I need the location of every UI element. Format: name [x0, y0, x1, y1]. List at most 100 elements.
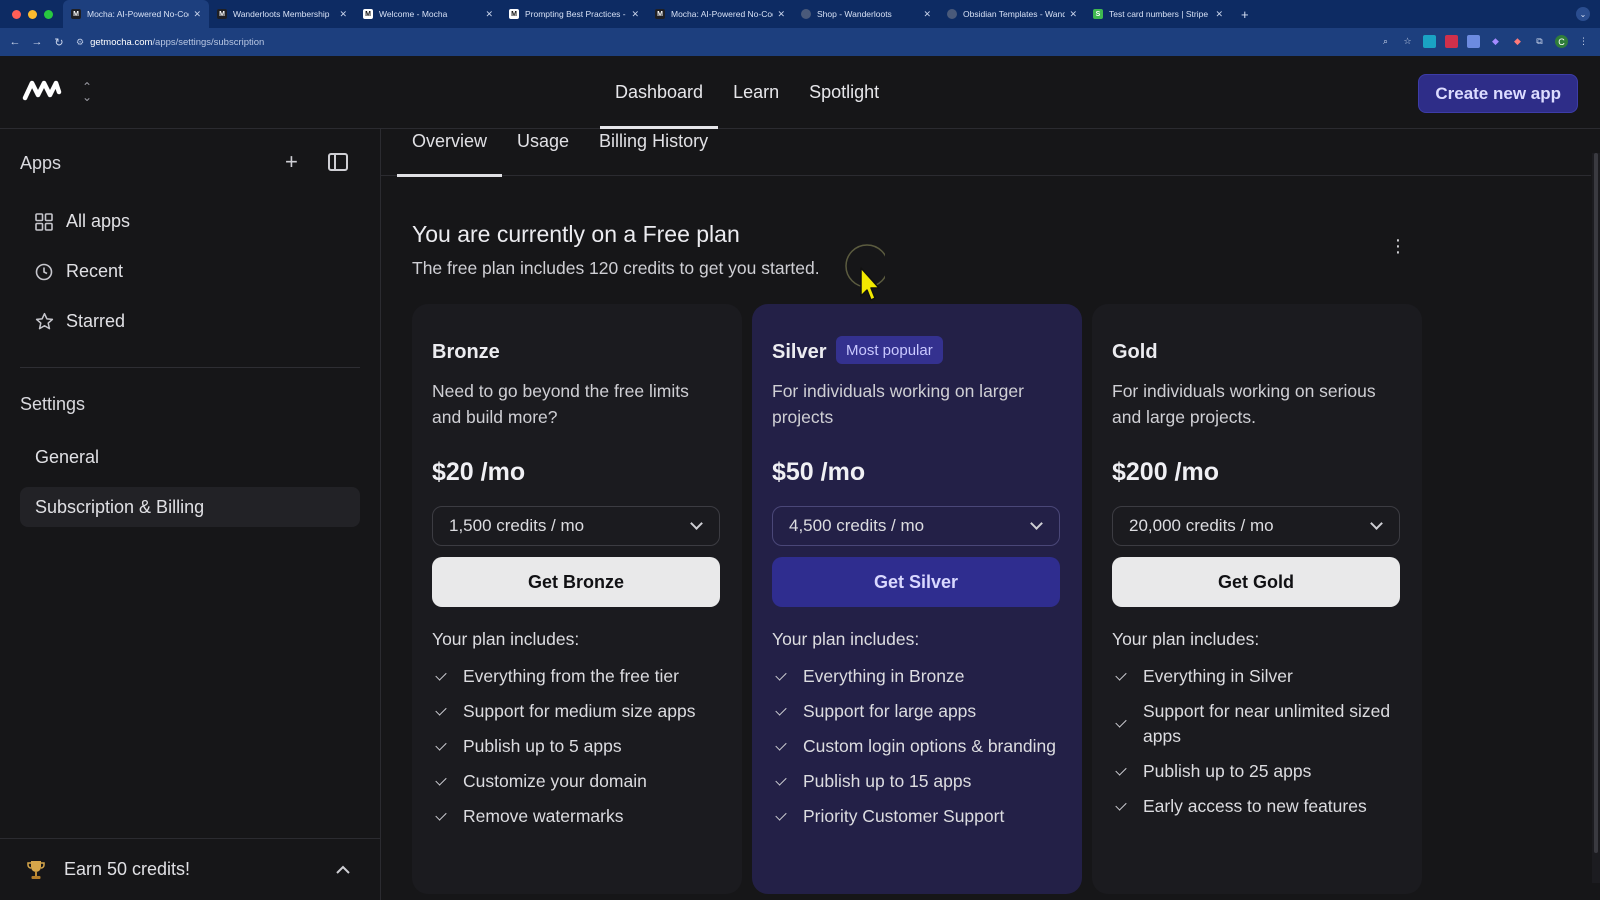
scrollbar[interactable]	[1592, 153, 1600, 883]
extension-icon[interactable]: ◆	[1511, 35, 1524, 48]
browser-address-bar: ← → ↻ ⚙ getmocha.com/apps/settings/subsc…	[0, 28, 1600, 56]
feature-text: Remove watermarks	[463, 806, 624, 826]
chevron-up-icon[interactable]	[336, 861, 350, 877]
back-arrow-icon[interactable]: ←	[4, 36, 26, 48]
extension-icon[interactable]	[1445, 35, 1458, 48]
credits-select[interactable]: 20,000 credits / mo	[1112, 506, 1400, 546]
menu-kebab-icon[interactable]: ⋮	[1577, 35, 1590, 48]
check-icon	[775, 738, 787, 751]
browser-tab[interactable]: Shop - Wanderloots ✕	[793, 0, 939, 28]
sidebar-item-all-apps[interactable]: All apps	[34, 211, 130, 232]
feature-text: Publish up to 15 apps	[803, 771, 972, 791]
sidebar-item-recent[interactable]: Recent	[34, 261, 123, 282]
feature-text: Publish up to 25 apps	[1143, 761, 1312, 781]
m-icon: M	[509, 9, 519, 19]
minimize-window-button[interactable]	[28, 9, 37, 19]
tab-usage[interactable]: Usage	[502, 129, 584, 176]
get-bronze-button[interactable]: Get Bronze	[432, 557, 720, 607]
extension-icon[interactable]	[1423, 35, 1436, 48]
reload-icon[interactable]: ↻	[48, 36, 70, 49]
new-tab-button[interactable]: +	[1231, 7, 1259, 22]
site-info-icon[interactable]: ⚙	[76, 37, 84, 48]
close-tab-icon[interactable]: ✕	[1069, 9, 1077, 20]
browser-tab[interactable]: M Wanderloots Membership ✕	[209, 0, 355, 28]
create-new-app-button[interactable]: Create new app	[1418, 74, 1578, 113]
feature-text: Priority Customer Support	[803, 806, 1005, 826]
feature-item: Publish up to 15 apps	[772, 769, 1072, 794]
toggle-sidebar-icon[interactable]	[328, 153, 348, 171]
settings-heading: Settings	[20, 394, 86, 414]
profile-avatar[interactable]: C	[1555, 35, 1568, 48]
close-tab-icon[interactable]: ✕	[193, 9, 201, 20]
close-tab-icon[interactable]: ✕	[1215, 9, 1223, 20]
mocha-icon: M	[655, 9, 665, 19]
feature-item: Customize your domain	[432, 769, 732, 794]
puzzle-icon[interactable]: ⧉	[1533, 35, 1546, 48]
credits-select[interactable]: 4,500 credits / mo	[772, 506, 1060, 546]
sidebar-item-general[interactable]: General	[20, 437, 360, 477]
app-header: ⌃ ⌄ Dashboard Learn Spotlight Create new …	[0, 56, 1600, 129]
plan-description: For individuals working on serious and l…	[1112, 381, 1376, 427]
close-tab-icon[interactable]: ✕	[777, 9, 785, 20]
feature-text: Support for large apps	[803, 701, 977, 721]
stripe-icon: S	[1093, 9, 1103, 19]
check-icon	[1115, 798, 1127, 811]
feature-text: Everything in Silver	[1143, 666, 1293, 686]
feature-item: Everything in Bronze	[772, 664, 1072, 689]
maximize-window-button[interactable]	[44, 9, 53, 19]
add-app-icon[interactable]: +	[285, 149, 298, 175]
earn-credits-bar[interactable]: Earn 50 credits!	[0, 838, 380, 900]
check-icon	[1115, 763, 1127, 776]
plan-price: $20 /mo	[432, 458, 526, 486]
browser-tab[interactable]: Obsidian Templates - Wander ✕	[939, 0, 1085, 28]
feature-list: Everything from the free tier Support fo…	[432, 664, 732, 839]
extension-toolbar: ⌕ ☆ ◆ ◆ ⧉ C ⋮	[1379, 35, 1590, 48]
nav-dashboard[interactable]: Dashboard	[600, 56, 719, 129]
feature-item: Everything in Silver	[1112, 664, 1412, 689]
tab-title: Mocha: AI-Powered No-Code	[87, 9, 190, 19]
globe-icon	[947, 9, 957, 19]
includes-label: Your plan includes:	[1112, 629, 1260, 649]
close-tab-icon[interactable]: ✕	[923, 9, 931, 20]
sidebar-item-label: Starred	[66, 311, 126, 331]
check-icon	[1115, 716, 1127, 728]
more-options-icon[interactable]: · · ·	[1393, 230, 1403, 262]
extension-icon[interactable]	[1467, 35, 1480, 48]
sidebar-divider	[20, 367, 360, 368]
sidebar-item-starred[interactable]: Starred	[34, 311, 125, 332]
credits-select[interactable]: 1,500 credits / mo	[432, 506, 720, 546]
plan-card-silver: Silver Most popular For individuals work…	[752, 304, 1082, 894]
bookmark-star-icon[interactable]: ☆	[1401, 35, 1414, 48]
tab-title: Test card numbers | Stripe Do	[1109, 9, 1212, 19]
url-field[interactable]: ⚙ getmocha.com/apps/settings/subscriptio…	[76, 37, 264, 48]
close-tab-icon[interactable]: ✕	[485, 9, 493, 20]
extension-icon[interactable]: ◆	[1489, 35, 1502, 48]
tab-search-icon[interactable]: ⌄	[1576, 7, 1590, 21]
tab-title: Welcome - Mocha	[379, 9, 448, 19]
sidebar: Apps + All apps Recent Starred Settings …	[0, 129, 381, 900]
sidebar-item-subscription-billing[interactable]: Subscription & Billing	[20, 487, 360, 527]
browser-tab[interactable]: M Welcome - Mocha ✕	[355, 0, 501, 28]
nav-spotlight[interactable]: Spotlight	[794, 56, 894, 129]
mocha-logo-icon[interactable]	[22, 78, 62, 107]
browser-tab[interactable]: M Mocha: AI-Powered No-Code ✕	[63, 0, 209, 28]
browser-tab[interactable]: S Test card numbers | Stripe Do ✕	[1085, 0, 1231, 28]
forward-arrow-icon[interactable]: →	[26, 36, 48, 48]
close-tab-icon[interactable]: ✕	[339, 9, 347, 20]
browser-tab[interactable]: M Mocha: AI-Powered No-Code ✕	[647, 0, 793, 28]
tab-billing-history[interactable]: Billing History	[584, 129, 723, 176]
zoom-icon[interactable]: ⌕	[1379, 35, 1392, 48]
top-navigation: Dashboard Learn Spotlight	[600, 56, 894, 129]
nav-learn[interactable]: Learn	[718, 56, 794, 129]
feature-list: Everything in Silver Support for near un…	[1112, 664, 1412, 829]
tab-overview[interactable]: Overview	[397, 129, 503, 177]
credits-select-value: 4,500 credits / mo	[789, 516, 925, 535]
app-switcher-icon[interactable]: ⌃ ⌄	[82, 81, 92, 103]
close-window-button[interactable]	[12, 9, 21, 19]
plan-price: $50 /mo	[772, 458, 866, 486]
check-icon	[435, 668, 447, 681]
close-tab-icon[interactable]: ✕	[631, 9, 639, 20]
get-gold-button[interactable]: Get Gold	[1112, 557, 1400, 607]
browser-tab[interactable]: M Prompting Best Practices - M ✕	[501, 0, 647, 28]
get-silver-button[interactable]: Get Silver	[772, 557, 1060, 607]
